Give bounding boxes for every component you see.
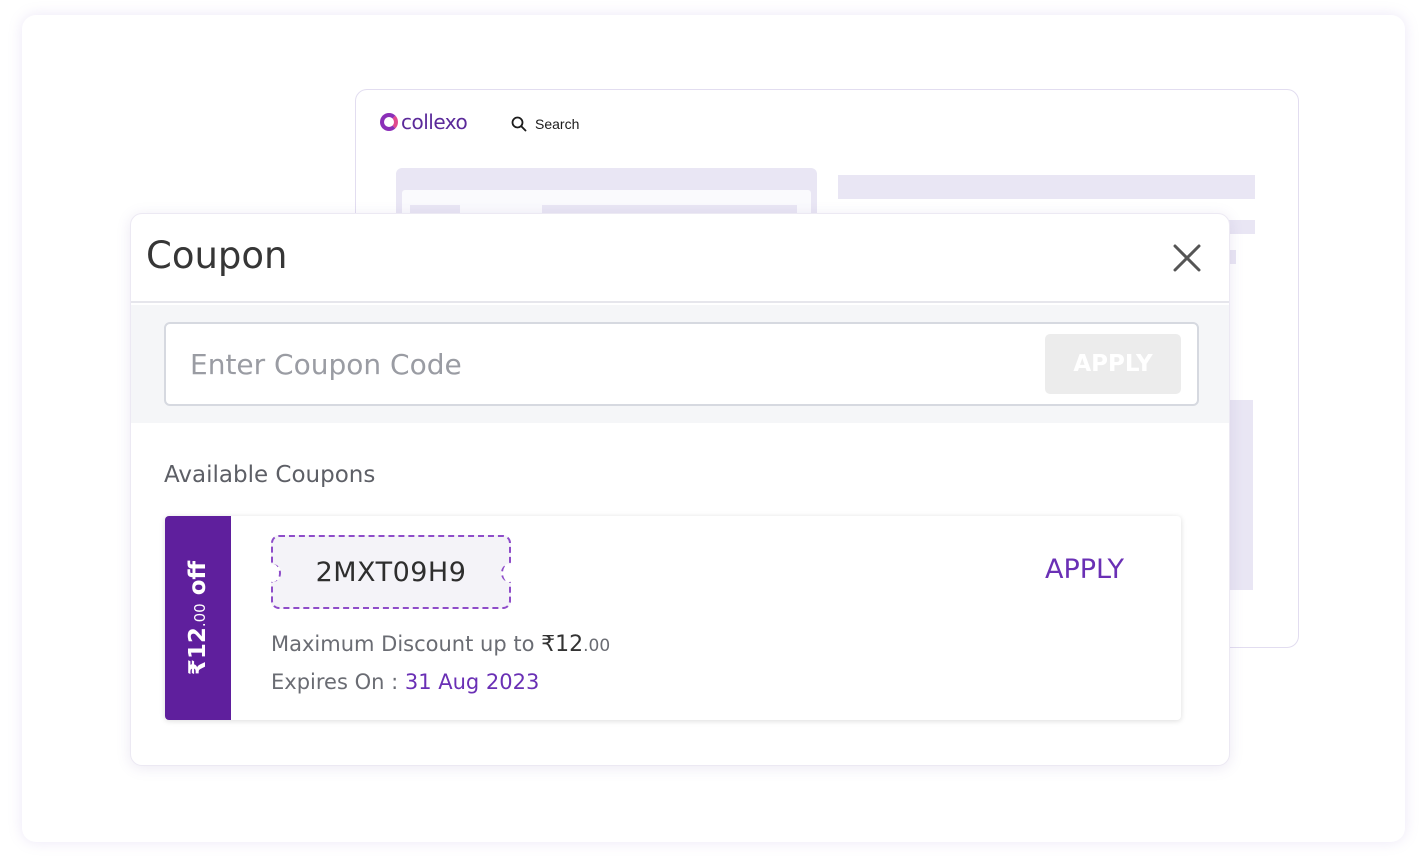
discount-tag: ₹12.00 off (165, 516, 231, 720)
site-search[interactable]: Search (511, 116, 579, 132)
close-icon (1173, 244, 1201, 272)
search-icon (511, 116, 527, 132)
coupon-code-badge: 2MXT09H9 (265, 535, 517, 609)
placeholder-bar (1228, 400, 1253, 590)
tag-decimal: .00 (191, 603, 209, 628)
tag-suffix: off (185, 560, 211, 604)
max-discount-amount: ₹12 (541, 632, 584, 657)
expiry-line: Expires On : 31 Aug 2023 (271, 670, 539, 694)
max-discount-line: Maximum Discount up to ₹12.00 (271, 632, 610, 657)
code-apply-button[interactable]: APPLY (1045, 334, 1181, 394)
expires-label: Expires On : (271, 670, 405, 694)
close-button[interactable] (1169, 240, 1205, 276)
placeholder-bar (838, 175, 1255, 199)
tag-amount: ₹12 (185, 627, 211, 676)
coupon-code-input[interactable] (190, 342, 1020, 386)
modal-title: Coupon (146, 234, 288, 277)
expires-date: 31 Aug 2023 (404, 670, 540, 694)
discount-tag-text: ₹12.00 off (185, 561, 211, 675)
coupon-code-section: APPLY (131, 305, 1229, 423)
site-logo[interactable]: collexo (380, 110, 468, 134)
available-coupons-heading: Available Coupons (164, 462, 376, 488)
logo-text: collexo (401, 110, 468, 134)
search-label: Search (535, 116, 580, 132)
modal-header: Coupon (131, 214, 1229, 303)
coupon-code-field: APPLY (164, 322, 1199, 406)
logo-mark-icon (380, 113, 398, 131)
max-discount-label: Maximum Discount up to (271, 632, 542, 656)
coupon-modal: Coupon APPLY Available Coupons ₹12.00 of… (130, 213, 1230, 766)
coupon-code: 2MXT09H9 (315, 556, 467, 588)
coupon-card: ₹12.00 off 2MXT09H9 APPLY Maximum Discou… (165, 516, 1181, 720)
coupon-apply-button[interactable]: APPLY (1045, 554, 1124, 585)
max-discount-decimal: .00 (583, 636, 611, 656)
